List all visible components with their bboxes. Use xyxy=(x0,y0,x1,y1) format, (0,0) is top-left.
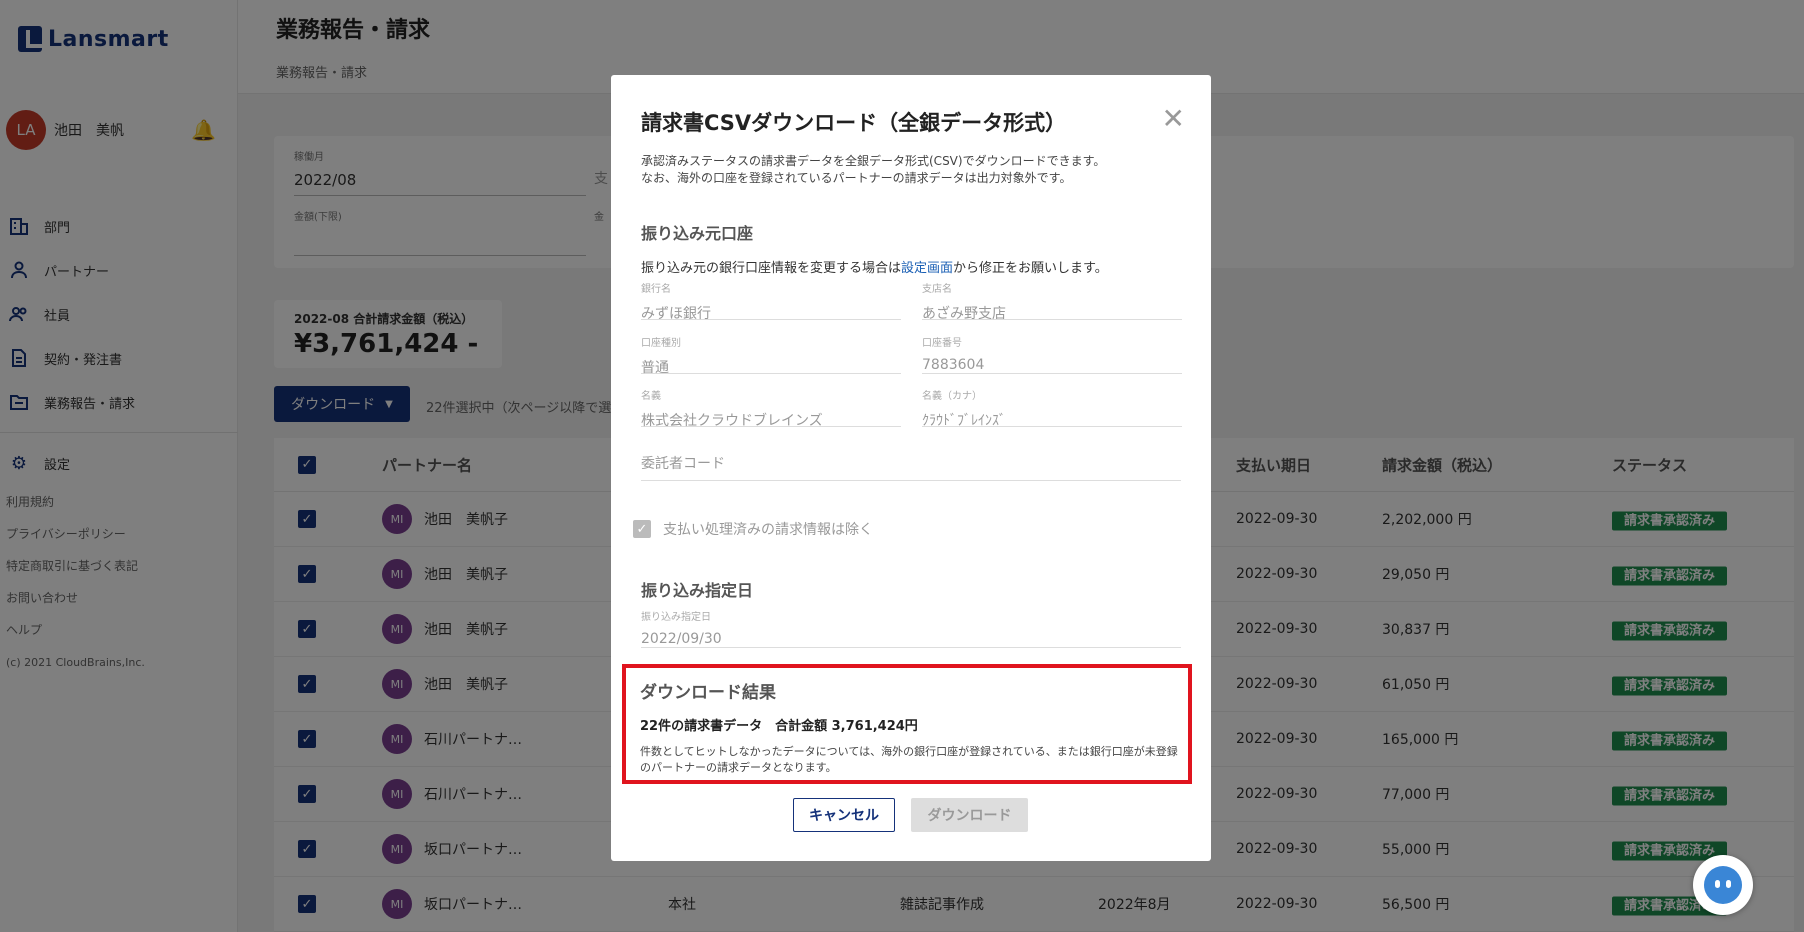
bank-label: 銀行名 xyxy=(641,284,671,295)
source-account-note: 振り込み元の銀行口座情報を変更する場合は設定画面から修正をお願いします。 xyxy=(641,257,1108,276)
chat-bot-icon xyxy=(1704,866,1742,904)
desc-line-1: 承認済みステータスの請求書データを全銀データ形式(CSV)でダウンロードできます… xyxy=(641,154,1106,168)
holder-field: 名義 株式会社クラウドブレインズ xyxy=(641,387,901,429)
holder-value: 株式会社クラウドブレインズ xyxy=(641,413,823,429)
checkbox-icon: ✓ xyxy=(633,520,651,538)
bank-field: 銀行名 みずほ銀行 xyxy=(641,280,901,322)
transfer-date-field: 振り込み指定日 2022/09/30 xyxy=(641,608,1181,648)
csv-download-modal: 請求書CSVダウンロード（全銀データ形式） ✕ 承認済みステータスの請求書データ… xyxy=(611,75,1211,861)
transfer-date-title: 振り込み指定日 xyxy=(641,581,754,600)
result-note: 件数としてヒットしなかったデータについては、海外の銀行口座が登録されている、また… xyxy=(640,745,1178,774)
branch-label: 支店名 xyxy=(922,284,952,295)
branch-value: あざみ野支店 xyxy=(922,306,1006,322)
date-value: 2022/09/30 xyxy=(641,631,722,647)
note-pre: 振り込み元の銀行口座情報を変更する場合は xyxy=(641,261,902,276)
branch-field: 支店名 あざみ野支店 xyxy=(922,280,1182,322)
type-value: 普通 xyxy=(641,360,669,376)
modal-title: 請求書CSVダウンロード（全銀データ形式） xyxy=(641,111,1067,135)
holder-label: 名義 xyxy=(641,391,661,402)
download-result-box: ダウンロード結果 22件の請求書データ 合計金額 3,761,424円 件数とし… xyxy=(622,664,1192,784)
type-label: 口座種別 xyxy=(641,338,681,349)
result-count: 22件の請求書データ 合計金額 3,761,424円 xyxy=(640,719,918,734)
chat-support-button[interactable] xyxy=(1693,855,1753,915)
consignor-placeholder: 委託者コード xyxy=(641,456,725,472)
settings-link[interactable]: 設定画面 xyxy=(901,261,953,276)
source-account-title: 振り込み元口座 xyxy=(641,224,754,243)
account-type-field: 口座種別 普通 xyxy=(641,334,901,376)
modal-description: 承認済みステータスの請求書データを全銀データ形式(CSV)でダウンロードできます… xyxy=(641,153,1181,187)
close-icon[interactable]: ✕ xyxy=(1162,105,1185,133)
kana-value: ｸﾗｳﾄﾞﾌﾞﾚｲﾝｽﾞ xyxy=(922,413,1006,429)
desc-line-2: なお、海外の口座を登録されているパートナーの請求データは出力対象外です。 xyxy=(641,171,1072,185)
consignor-code-field[interactable]: 委託者コード xyxy=(641,449,1181,481)
number-value: 7883604 xyxy=(922,357,985,373)
note-post: から修正をお願いします。 xyxy=(953,261,1108,276)
download-button[interactable]: ダウンロード xyxy=(911,798,1028,832)
exclude-label: 支払い処理済みの請求情報は除く xyxy=(663,522,873,538)
result-title: ダウンロード結果 xyxy=(640,683,776,703)
cancel-button[interactable]: キャンセル xyxy=(793,798,895,832)
number-label: 口座番号 xyxy=(922,338,962,349)
bank-value: みずほ銀行 xyxy=(641,306,711,322)
holder-kana-field: 名義（カナ） ｸﾗｳﾄﾞﾌﾞﾚｲﾝｽﾞ xyxy=(922,387,1182,429)
kana-label: 名義（カナ） xyxy=(922,391,982,402)
date-label: 振り込み指定日 xyxy=(641,612,711,623)
exclude-paid-checkbox[interactable]: ✓ 支払い処理済みの請求情報は除く xyxy=(633,519,873,539)
account-number-field: 口座番号 7883604 xyxy=(922,334,1182,374)
